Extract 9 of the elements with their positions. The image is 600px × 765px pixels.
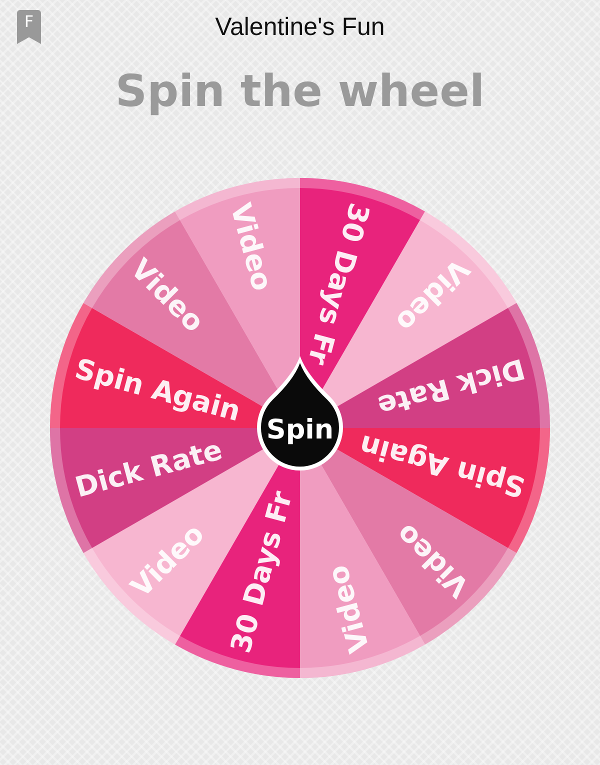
segment-label: Dick Rate xyxy=(72,433,226,504)
segment-label: Spin Again xyxy=(356,428,528,504)
segment-label: Video xyxy=(224,200,279,294)
segment-label: 30 Days Fr xyxy=(224,488,299,656)
segment-label: Spin Again xyxy=(72,352,244,428)
segment-label: Dick Rate xyxy=(374,352,528,423)
window-title: Valentine's Fun xyxy=(214,12,386,42)
page-heading: Spin the wheel xyxy=(115,66,485,118)
segment-label: Video xyxy=(321,562,376,656)
